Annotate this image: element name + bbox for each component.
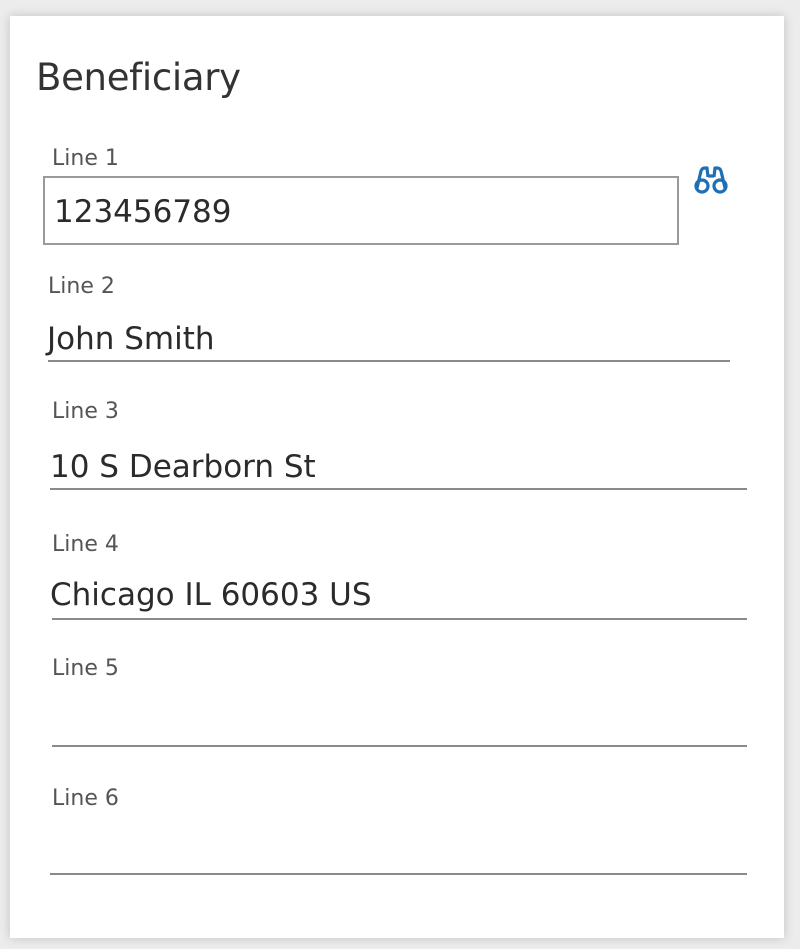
line6-input[interactable] <box>50 873 747 875</box>
line2-input[interactable] <box>48 360 730 362</box>
line6-label: Line 6 <box>52 786 119 811</box>
line3-value: 10 S Dearborn St <box>50 449 316 485</box>
line4-input[interactable] <box>52 618 747 620</box>
line1-input[interactable]: 123456789 <box>43 176 679 245</box>
beneficiary-panel: Beneficiary Line 1 123456789 Line 2 John… <box>10 16 784 938</box>
line3-input[interactable] <box>50 488 747 490</box>
binoculars-icon[interactable] <box>693 164 729 194</box>
line2-label: Line 2 <box>48 274 115 299</box>
line1-label: Line 1 <box>52 146 119 171</box>
panel-title: Beneficiary <box>36 56 241 99</box>
line2-value: John Smith <box>47 321 215 357</box>
line4-value: Chicago IL 60603 US <box>50 577 372 613</box>
line1-value: 123456789 <box>54 194 232 230</box>
line4-label: Line 4 <box>52 532 119 557</box>
line5-input[interactable] <box>52 745 747 747</box>
line3-label: Line 3 <box>52 399 119 424</box>
line5-label: Line 5 <box>52 656 119 681</box>
